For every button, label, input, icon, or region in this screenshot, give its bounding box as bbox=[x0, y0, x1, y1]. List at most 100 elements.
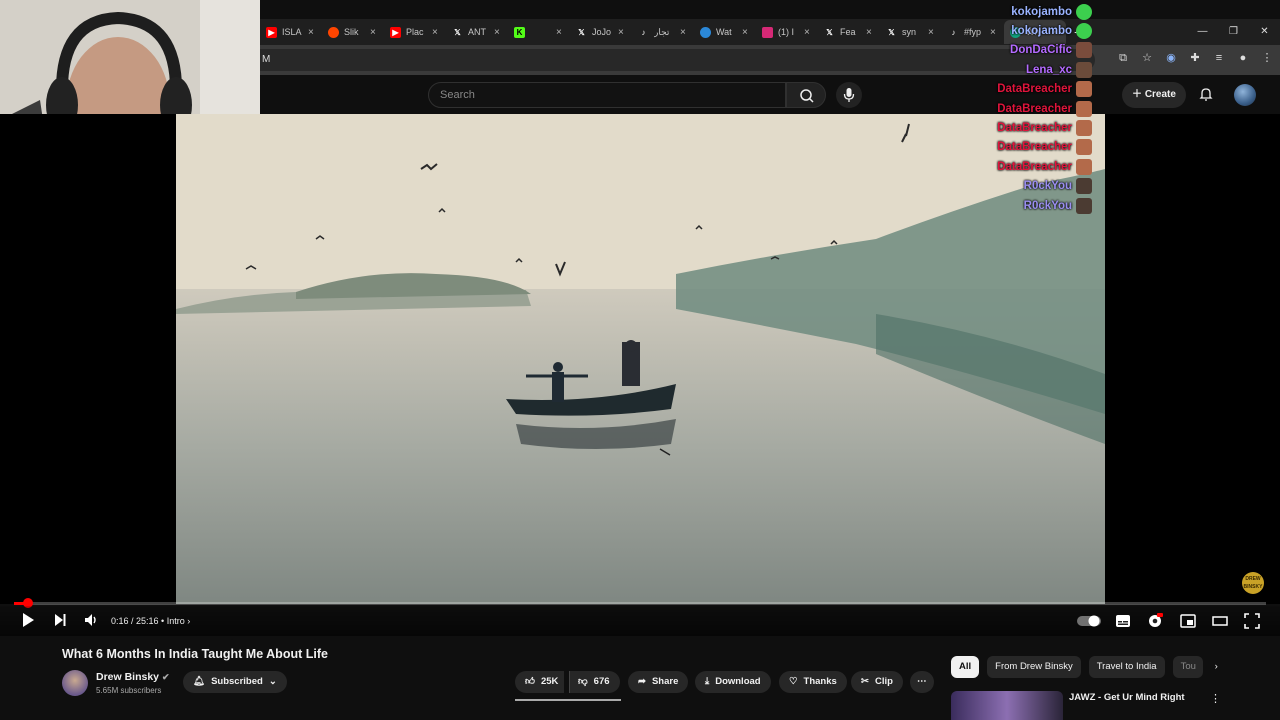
create-button[interactable]: ＋ Create bbox=[1122, 82, 1186, 108]
download-button[interactable]: ⤓ Download bbox=[695, 671, 771, 693]
chat-emote-icon bbox=[1076, 61, 1092, 78]
chat-message: DonDaCific bbox=[952, 41, 1092, 60]
share-button[interactable]: ➦ Share bbox=[628, 671, 689, 693]
search-input[interactable]: Search bbox=[428, 82, 786, 108]
extension-active-icon[interactable]: ◉ bbox=[1164, 51, 1178, 65]
browser-tab[interactable]: (1) I × bbox=[756, 20, 818, 44]
chips-next-icon[interactable]: › bbox=[1211, 656, 1222, 678]
browser-tab[interactable]: ♪ تجار × bbox=[632, 20, 694, 44]
thanks-button[interactable]: ♡ Thanks bbox=[779, 671, 847, 693]
youtube-icon: ▶ bbox=[390, 26, 401, 38]
browser-tab[interactable]: 𝕏syn × bbox=[880, 20, 942, 44]
like-ratio-bar bbox=[515, 699, 621, 701]
channel-watermark[interactable]: DREW BINSKY bbox=[1242, 572, 1264, 594]
chat-emote-icon bbox=[1076, 178, 1092, 195]
close-icon[interactable]: × bbox=[866, 27, 874, 38]
chip-travel-india[interactable]: Travel to India bbox=[1088, 656, 1165, 678]
subscriber-count: 5.65M subscribers bbox=[96, 686, 162, 695]
next-icon[interactable] bbox=[53, 612, 67, 628]
video-letterbox-right bbox=[1105, 114, 1280, 604]
chat-message: Lena_xc bbox=[952, 60, 1092, 79]
browser-toolbar: M ⧉ ☆ ◉ ✚ ≡ ● ⋮ bbox=[260, 45, 1280, 75]
chip-all[interactable]: All bbox=[951, 656, 980, 678]
close-icon[interactable]: × bbox=[742, 27, 750, 38]
chevron-down-icon: ⌄ bbox=[268, 676, 277, 687]
voice-search-button[interactable] bbox=[836, 82, 862, 108]
chat-emote-icon bbox=[1076, 23, 1092, 40]
browser-tab[interactable]: 𝕏 JoJo × bbox=[570, 20, 632, 44]
play-icon[interactable] bbox=[21, 612, 35, 628]
close-icon[interactable]: × bbox=[308, 27, 316, 38]
browser-tab[interactable]: ▶ Plac × bbox=[384, 20, 446, 44]
clip-button[interactable]: ✂ Clip bbox=[851, 671, 903, 693]
chip-from-channel[interactable]: From Drew Binsky bbox=[987, 656, 1081, 678]
close-icon[interactable]: × bbox=[370, 27, 378, 38]
chat-message: R0ckYou bbox=[952, 196, 1092, 215]
close-window-icon[interactable]: ✕ bbox=[1249, 19, 1280, 45]
subscribed-button[interactable]: 🔔︎ Subscribed ⌄ bbox=[183, 671, 287, 693]
channel-avatar[interactable] bbox=[62, 670, 88, 696]
youtube-icon: ▶ bbox=[266, 26, 277, 38]
extensions-puzzle-icon[interactable]: ✚ bbox=[1188, 51, 1202, 65]
browser-tab[interactable]: Slik × bbox=[322, 20, 384, 44]
media-controls-icon[interactable]: ≡ bbox=[1212, 51, 1226, 65]
close-icon[interactable]: × bbox=[432, 27, 440, 38]
volume-icon[interactable] bbox=[84, 612, 100, 628]
x-icon: 𝕏 bbox=[888, 27, 895, 37]
youtube-header: Search ＋ Create bbox=[260, 75, 1280, 114]
verified-icon: ✔ bbox=[161, 672, 170, 682]
close-icon[interactable]: × bbox=[494, 27, 502, 38]
fullscreen-icon[interactable] bbox=[1244, 613, 1260, 629]
copilot-icon bbox=[700, 26, 711, 38]
browser-tab[interactable]: 𝕏 ANT × bbox=[446, 20, 508, 44]
restore-icon[interactable]: ❐ bbox=[1218, 19, 1249, 45]
browser-tab[interactable]: 𝕏 Fea × bbox=[818, 20, 880, 44]
browser-tab[interactable]: ▶ ISLA × bbox=[260, 20, 322, 44]
browser-tab[interactable]: Wat × bbox=[694, 20, 756, 44]
account-avatar[interactable] bbox=[1234, 84, 1256, 106]
close-icon[interactable]: × bbox=[804, 27, 812, 38]
download-icon: ⤓ bbox=[705, 676, 710, 687]
kick-icon: K bbox=[514, 26, 525, 38]
chat-emote-icon bbox=[1076, 139, 1092, 156]
bookmark-star-icon[interactable]: ☆ bbox=[1140, 51, 1154, 65]
close-icon[interactable]: × bbox=[680, 27, 688, 38]
search-button[interactable] bbox=[786, 82, 826, 108]
settings-gear-icon[interactable] bbox=[1147, 613, 1163, 629]
browser-menu-icon[interactable]: ⋮ bbox=[1260, 51, 1274, 65]
chat-message: DataBreacher bbox=[952, 157, 1092, 176]
install-app-icon[interactable]: ⧉ bbox=[1116, 51, 1130, 65]
subtitles-icon[interactable] bbox=[1115, 614, 1131, 628]
chat-username: DataBreacher bbox=[997, 102, 1072, 115]
like-button[interactable]: 👍︎ 25K bbox=[515, 671, 565, 693]
chip-tou[interactable]: Tou bbox=[1172, 656, 1203, 678]
miniplayer-icon[interactable] bbox=[1180, 614, 1196, 628]
close-icon[interactable]: × bbox=[928, 27, 936, 38]
autoplay-toggle-icon[interactable] bbox=[1077, 615, 1101, 627]
profile-avatar-icon[interactable]: ● bbox=[1236, 51, 1250, 65]
search-icon bbox=[800, 89, 814, 103]
recommended-title[interactable]: JAWZ - Get Ur Mind Right bbox=[1069, 692, 1185, 703]
x-icon: 𝕏 bbox=[826, 27, 833, 37]
more-vertical-icon[interactable]: ⋮ bbox=[1210, 692, 1221, 705]
chat-message: kokojambo bbox=[952, 2, 1092, 21]
chapter-label[interactable]: Intro bbox=[167, 616, 185, 626]
channel-name[interactable]: Drew Binsky ✔ bbox=[96, 671, 170, 683]
theater-mode-icon[interactable] bbox=[1212, 615, 1228, 627]
browser-tab[interactable]: K × bbox=[508, 20, 570, 44]
minimize-icon[interactable]: — bbox=[1187, 19, 1218, 45]
thumbs-up-icon: 👍︎ bbox=[525, 676, 535, 687]
close-icon[interactable]: × bbox=[556, 27, 564, 38]
recommended-thumbnail[interactable] bbox=[951, 691, 1063, 720]
plus-icon: ＋ bbox=[1132, 89, 1145, 100]
thumbs-down-icon: 👎︎ bbox=[578, 676, 588, 687]
close-icon[interactable]: × bbox=[618, 27, 626, 38]
notifications-bell-icon[interactable] bbox=[1198, 86, 1214, 102]
chat-emote-icon bbox=[1076, 100, 1092, 117]
more-actions-button[interactable]: ⋯ bbox=[910, 671, 934, 693]
dislike-button[interactable]: 👎︎ 676 bbox=[569, 671, 620, 693]
browser-tab-strip: ▶ ISLA × Slik × ▶ Plac × 𝕏 ANT × K × 𝕏 JoJo × ♪ تجا… bbox=[260, 19, 1280, 45]
video-progress-bar[interactable] bbox=[14, 598, 1266, 608]
chat-username: kokojambo bbox=[1011, 5, 1072, 18]
share-arrow-icon: ➦ bbox=[638, 676, 646, 687]
